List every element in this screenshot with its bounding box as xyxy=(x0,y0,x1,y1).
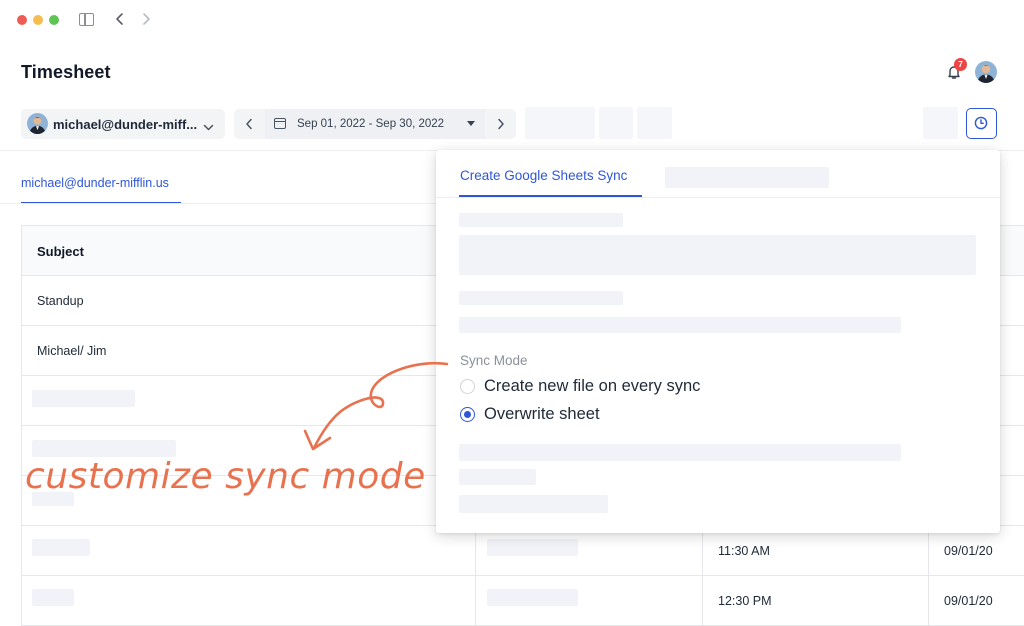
user-avatar xyxy=(27,113,48,134)
cell-subject: Michael/ Jim xyxy=(37,344,107,358)
field-input-placeholder xyxy=(459,235,976,275)
column-header-subject: Subject xyxy=(37,244,84,259)
avatar[interactable] xyxy=(975,61,997,83)
cell-start-time: 12:30 PM xyxy=(718,594,772,608)
user-select[interactable]: michael@dunder-miff... xyxy=(21,109,225,139)
sync-mode-label: Sync Mode xyxy=(460,353,528,368)
cell-date: 09/01/20 xyxy=(944,544,993,558)
field-placeholder xyxy=(459,444,901,461)
radio-label-create-new-file[interactable]: Create new file on every sync xyxy=(484,377,700,396)
tab-user[interactable]: michael@dunder-mifflin.us xyxy=(21,176,169,190)
notification-badge: 7 xyxy=(954,58,967,71)
google-sheets-sync-popover: Create Google Sheets Sync Sync Mode Crea… xyxy=(436,150,1000,533)
field-input-placeholder xyxy=(459,317,901,333)
close-window-button[interactable] xyxy=(17,15,27,25)
cell-placeholder xyxy=(487,539,578,556)
cell-subject: Standup xyxy=(37,294,84,308)
cell-placeholder xyxy=(487,589,578,606)
cell-placeholder xyxy=(32,390,135,407)
browser-forward-button[interactable] xyxy=(141,12,151,26)
toolbar-placeholder xyxy=(923,107,958,139)
date-range-picker: Sep 01, 2022 - Sep 30, 2022 xyxy=(234,109,516,139)
radio-create-new-file[interactable] xyxy=(460,379,475,394)
table-row[interactable]: 12:30 PM 09/01/20 xyxy=(22,576,1024,626)
annotation-label: customize sync mode xyxy=(25,456,426,497)
caret-down-icon xyxy=(467,121,475,126)
cell-placeholder xyxy=(32,539,90,556)
toolbar-placeholder xyxy=(637,107,672,139)
cell-placeholder xyxy=(32,589,74,606)
field-placeholder xyxy=(459,495,608,513)
toolbar-placeholder xyxy=(599,107,633,139)
field-placeholder xyxy=(459,469,536,485)
maximize-window-button[interactable] xyxy=(49,15,59,25)
calendar-icon xyxy=(274,118,286,129)
cell-placeholder xyxy=(32,440,176,457)
next-period-button[interactable] xyxy=(486,109,516,139)
sidebar-toggle-icon[interactable] xyxy=(79,13,94,26)
window-titlebar xyxy=(0,0,1024,42)
minimize-window-button[interactable] xyxy=(33,15,43,25)
user-select-label: michael@dunder-miff... xyxy=(53,117,198,132)
table-row[interactable]: 11:30 AM 09/01/20 xyxy=(22,526,1024,576)
toolbar-placeholder xyxy=(525,107,595,139)
tabs-divider xyxy=(0,203,436,204)
popover-tabs-divider xyxy=(436,197,1000,198)
browser-back-button[interactable] xyxy=(115,12,125,26)
radio-overwrite-sheet[interactable] xyxy=(460,407,475,422)
radio-label-overwrite-sheet[interactable]: Overwrite sheet xyxy=(484,405,600,424)
page-title: Timesheet xyxy=(21,62,111,82)
history-button[interactable] xyxy=(966,108,997,139)
date-range-label: Sep 01, 2022 - Sep 30, 2022 xyxy=(297,118,445,130)
tab-create-google-sheets-sync[interactable]: Create Google Sheets Sync xyxy=(460,168,627,183)
tab-placeholder xyxy=(665,167,829,188)
field-label-placeholder xyxy=(459,291,623,305)
previous-period-button[interactable] xyxy=(234,109,264,139)
field-label-placeholder xyxy=(459,213,623,227)
chevron-down-icon xyxy=(203,119,214,137)
date-range-select[interactable]: Sep 01, 2022 - Sep 30, 2022 xyxy=(265,109,485,139)
cell-date: 09/01/20 xyxy=(944,594,993,608)
cell-start-time: 11:30 AM xyxy=(718,544,770,558)
